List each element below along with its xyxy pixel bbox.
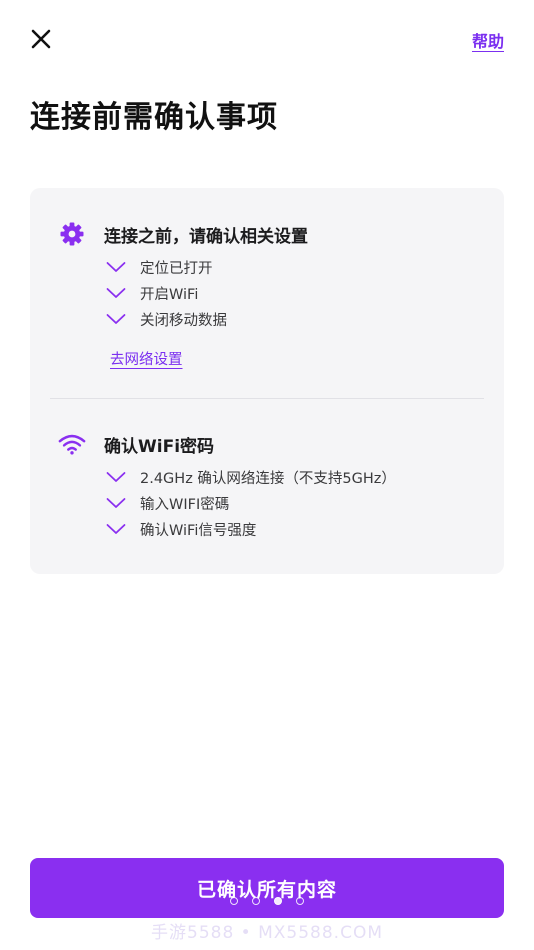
wifi-icon [58, 430, 86, 458]
confirm-all-button[interactable]: 已确认所有内容 [30, 858, 504, 918]
wifi-section-title: 确认WiFi密码 [104, 436, 215, 457]
list-item: 关闭移动数据 [106, 306, 504, 332]
list-item: 输入WIFI密碼 [106, 490, 504, 516]
checklist-card: 连接之前，请确认相关设置 定位已打开 开启WiFi 关闭移动数据 去网络设置 确… [30, 188, 504, 574]
list-item-label: 开启WiFi [140, 286, 199, 303]
watermark: 手游5588 • MX5588.COM [151, 923, 383, 943]
divider [50, 398, 484, 399]
page-indicator [0, 897, 534, 905]
list-item-label: 确认WiFi信号强度 [140, 522, 257, 539]
settings-section: 连接之前，请确认相关设置 定位已打开 开启WiFi 关闭移动数据 去网络设置 [30, 218, 504, 368]
check-icon [106, 496, 128, 510]
page-dot [296, 897, 304, 905]
check-icon [106, 260, 128, 274]
list-item: 开启WiFi [106, 280, 504, 306]
gear-icon [58, 220, 86, 248]
check-icon [106, 312, 128, 326]
settings-section-title: 连接之前，请确认相关设置 [104, 226, 308, 247]
list-item-label: 输入WIFI密碼 [140, 496, 230, 513]
page-dot-active [274, 897, 282, 905]
wifi-checklist: 2.4GHz 确认网络连接（不支持5GHz） 输入WIFI密碼 确认WiFi信号… [30, 464, 504, 542]
page-dot [230, 897, 238, 905]
settings-section-header: 连接之前，请确认相关设置 [30, 218, 504, 250]
list-item-label: 定位已打开 [140, 260, 213, 277]
settings-checklist: 定位已打开 开启WiFi 关闭移动数据 [30, 254, 504, 332]
page-dot [252, 897, 260, 905]
list-item-label: 2.4GHz 确认网络连接（不支持5GHz） [140, 470, 396, 487]
list-item: 定位已打开 [106, 254, 504, 280]
help-link[interactable]: 帮助 [472, 28, 504, 52]
list-item-label: 关闭移动数据 [140, 312, 227, 329]
check-icon [106, 522, 128, 536]
page-title: 连接前需确认事项 [30, 100, 278, 135]
list-item: 2.4GHz 确认网络连接（不支持5GHz） [106, 464, 504, 490]
close-button[interactable] [26, 24, 56, 54]
wifi-section-header: 确认WiFi密码 [30, 428, 504, 460]
check-icon [106, 470, 128, 484]
check-icon [106, 286, 128, 300]
list-item: 确认WiFi信号强度 [106, 516, 504, 542]
network-settings-link[interactable]: 去网络设置 [110, 348, 183, 369]
wifi-section: 确认WiFi密码 2.4GHz 确认网络连接（不支持5GHz） 输入WIFI密碼… [30, 428, 504, 542]
close-icon [31, 29, 51, 49]
